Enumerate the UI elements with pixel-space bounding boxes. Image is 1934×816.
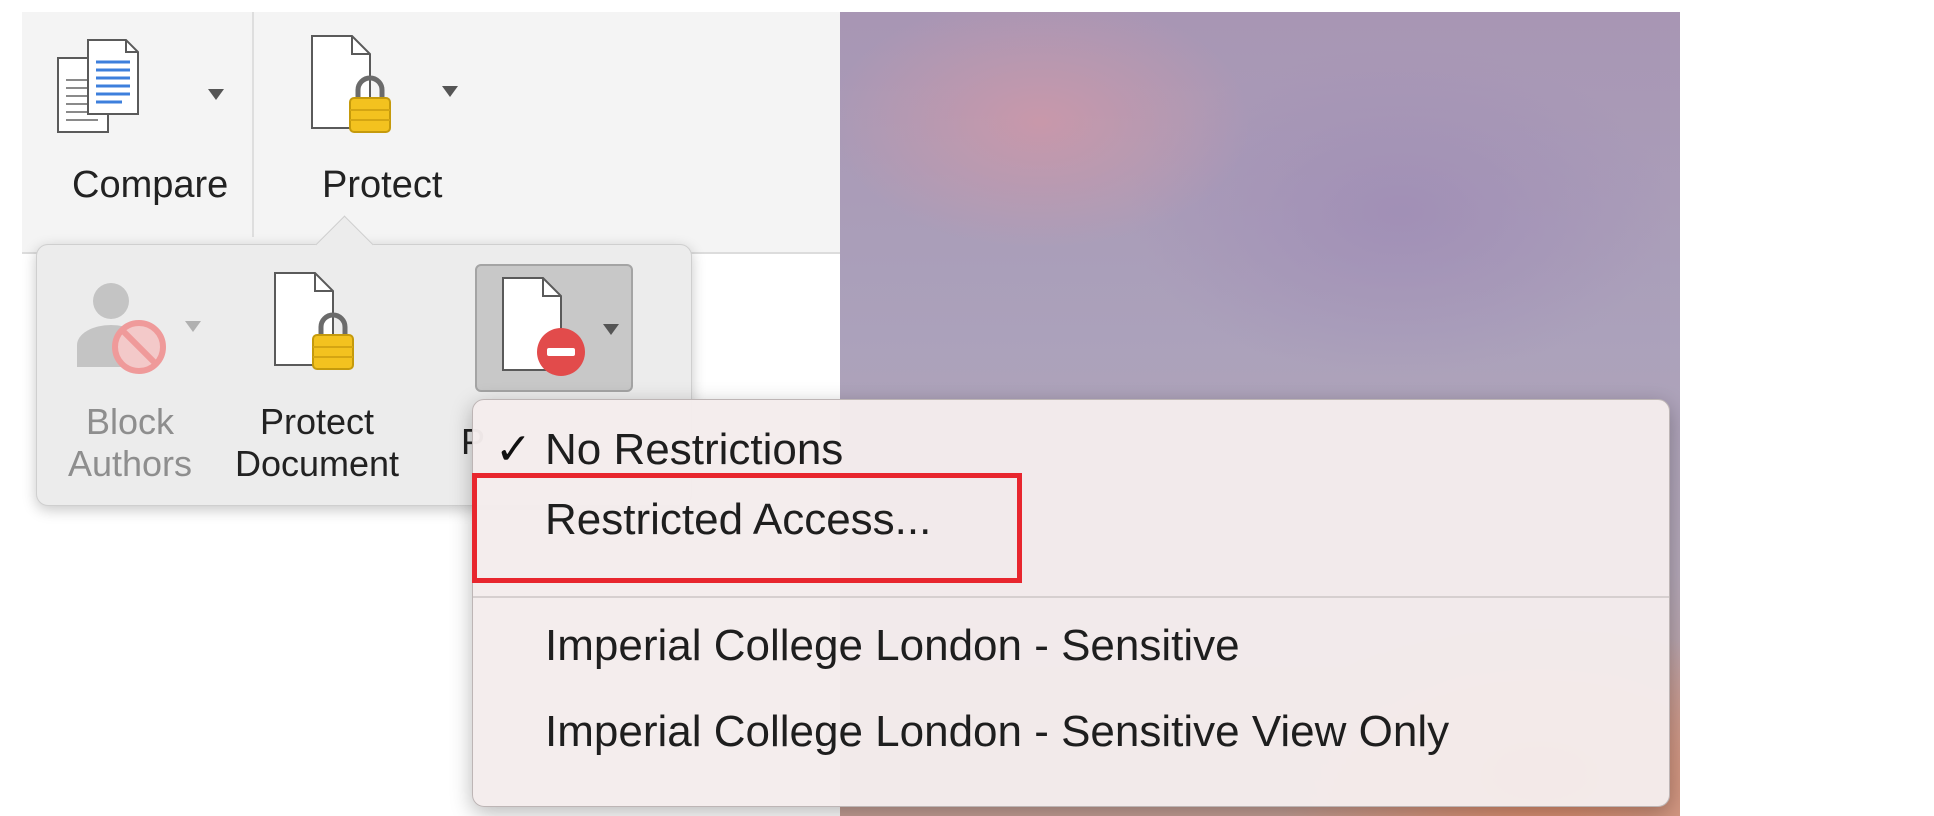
highlight-box xyxy=(472,473,1022,583)
dropdown-caret-icon xyxy=(208,89,224,100)
menu-item-label: Imperial College London - Sensitive View… xyxy=(545,707,1450,756)
protect-document-label-line2: Document xyxy=(234,443,400,484)
protect-document-icon xyxy=(274,272,354,370)
compare-button[interactable]: Compare xyxy=(42,26,228,206)
menu-item-label: Imperial College London - Sensitive xyxy=(545,621,1240,670)
permissions-menu: ✓ No Restrictions Restricted Access... I… xyxy=(472,399,1670,807)
dropdown-caret-icon xyxy=(185,321,201,332)
block-authors-label-line2: Authors xyxy=(67,443,193,484)
menu-item-icl-sensitive[interactable]: Imperial College London - Sensitive xyxy=(473,610,1669,682)
block-authors-label-line1: Block xyxy=(85,401,175,442)
protect-document-button[interactable]: Protect Document xyxy=(227,261,407,489)
block-authors-icon xyxy=(77,283,166,374)
ribbon-separator xyxy=(252,12,254,237)
menu-item-icl-sensitive-view-only[interactable]: Imperial College London - Sensitive View… xyxy=(473,696,1669,768)
block-authors-button[interactable]: Block Authors xyxy=(55,261,205,489)
dropdown-caret-icon xyxy=(603,324,619,335)
screen: Compare Protect Block Authors Protect Do… xyxy=(22,12,1680,816)
compare-label: Compare xyxy=(72,164,229,206)
dropdown-caret-icon xyxy=(442,86,458,97)
protect-label: Protect xyxy=(322,164,443,206)
protect-lock-icon xyxy=(311,35,391,133)
restrict-permissions-icon xyxy=(502,277,585,376)
restrict-permissions-button[interactable] xyxy=(475,264,633,392)
protect-document-label-line1: Protect xyxy=(259,401,375,442)
menu-separator xyxy=(473,596,1669,598)
compare-icon xyxy=(57,39,139,133)
protect-button[interactable]: Protect xyxy=(290,26,480,206)
